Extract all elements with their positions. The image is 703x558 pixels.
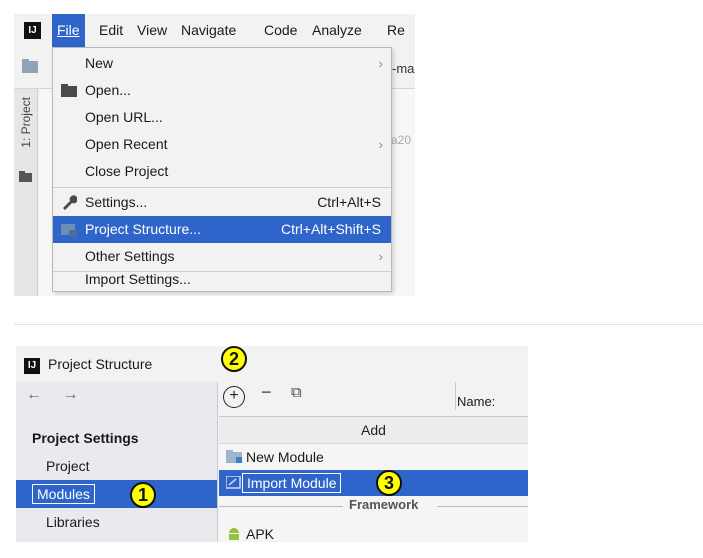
menu-item-open-url[interactable]: Open URL... bbox=[53, 104, 391, 131]
callout-marker-2: 2 bbox=[221, 346, 247, 372]
menu-code[interactable]: Code bbox=[259, 14, 302, 47]
menu-item-label: New bbox=[85, 55, 114, 71]
nav-arrows-icon[interactable]: ← → bbox=[26, 386, 86, 404]
sidebar-item-label: Libraries bbox=[46, 514, 100, 530]
callout-marker-1: 1 bbox=[130, 482, 156, 508]
intellij-logo-icon: IJ bbox=[24, 22, 41, 39]
group-line bbox=[437, 506, 528, 507]
popup-item-label-wrap: Import Module bbox=[241, 470, 342, 496]
menu-navigate[interactable]: Navigate bbox=[176, 14, 241, 47]
column-separator bbox=[455, 382, 456, 410]
editor-text-fragment: a20 bbox=[391, 133, 412, 147]
menu-refactor[interactable]: Re bbox=[382, 14, 410, 47]
add-popup: Add New Module Import Module Framework A… bbox=[219, 416, 528, 542]
breadcrumb-fragment: -ma bbox=[392, 61, 415, 76]
add-button[interactable]: + bbox=[223, 386, 245, 408]
menu-item-settings[interactable]: Settings... Ctrl+Alt+S bbox=[53, 189, 391, 216]
menu-view-label: View bbox=[137, 22, 168, 38]
menu-refactor-label: Re bbox=[387, 22, 405, 38]
wrench-icon bbox=[63, 195, 77, 210]
menu-file-label: File bbox=[57, 22, 80, 38]
popup-item-label: New Module bbox=[246, 449, 324, 465]
name-column-label: Name: bbox=[457, 394, 496, 409]
menu-analyze[interactable]: Analyze bbox=[307, 14, 367, 47]
popup-item-label: APK bbox=[246, 526, 275, 542]
framework-group-label: Framework bbox=[349, 497, 419, 512]
sidebar-item-libraries[interactable]: Libraries bbox=[16, 508, 217, 536]
menu-separator bbox=[53, 187, 391, 188]
submenu-arrow-icon: › bbox=[378, 56, 383, 71]
menu-edit[interactable]: Edit bbox=[94, 14, 128, 47]
popup-item-import-module[interactable]: Import Module bbox=[219, 470, 528, 496]
sidebar-item-modules[interactable]: Modules bbox=[16, 480, 217, 508]
menu-item-label: Project Structure... bbox=[85, 221, 201, 237]
project-settings-heading: Project Settings bbox=[32, 430, 139, 446]
menu-analyze-label: Analyze bbox=[312, 22, 362, 38]
ide-window: IJ File Edit View Navigate Code Analyze … bbox=[14, 14, 415, 296]
add-popup-title: Add bbox=[219, 417, 528, 444]
copy-icon[interactable]: ⧉ bbox=[291, 384, 302, 401]
import-module-icon bbox=[226, 476, 241, 489]
menu-item-shortcut: Ctrl+Alt+S bbox=[317, 194, 381, 210]
dialog-title: Project Structure bbox=[48, 356, 153, 372]
sidebar-item-label: Modules bbox=[32, 484, 95, 504]
popup-item-new-module[interactable]: New Module bbox=[219, 444, 528, 470]
menu-item-import-settings[interactable]: Import Settings... bbox=[53, 266, 391, 293]
menu-item-label: Close Project bbox=[85, 163, 169, 179]
settings-sidebar: ← → Project Settings Project Modules Lib… bbox=[16, 382, 218, 542]
menu-item-close-project[interactable]: Close Project bbox=[53, 158, 391, 185]
framework-group-separator: Framework bbox=[219, 497, 528, 517]
menu-item-new[interactable]: New › bbox=[53, 50, 391, 77]
menu-item-open-recent[interactable]: Open Recent › bbox=[53, 131, 391, 158]
project-structure-dialog: IJ Project Structure ← → Project Setting… bbox=[16, 346, 528, 542]
project-tool-strip: 1: Project bbox=[14, 89, 38, 296]
module-folder-icon bbox=[226, 450, 242, 463]
menu-file[interactable]: File bbox=[52, 14, 85, 47]
submenu-arrow-icon: › bbox=[378, 137, 383, 152]
file-menu-dropdown: New › Open... Open URL... Open Recent › … bbox=[52, 47, 392, 292]
menu-code-label: Code bbox=[264, 22, 298, 38]
popup-item-label: Import Module bbox=[241, 473, 342, 493]
android-icon bbox=[229, 528, 239, 540]
menu-item-label: Open... bbox=[85, 82, 131, 98]
sidebar-item-project[interactable]: Project bbox=[16, 452, 217, 480]
folder-icon bbox=[19, 171, 32, 182]
menu-item-project-structure[interactable]: Project Structure... Ctrl+Alt+Shift+S bbox=[53, 216, 391, 243]
menu-item-label: Open Recent bbox=[85, 136, 168, 152]
menu-item-label: Settings... bbox=[85, 194, 148, 210]
menu-view[interactable]: View bbox=[132, 14, 172, 47]
folder-icon[interactable] bbox=[22, 59, 38, 73]
menu-item-label: Import Settings... bbox=[85, 271, 191, 287]
menu-item-shortcut: Ctrl+Alt+Shift+S bbox=[281, 221, 381, 237]
menu-bar: IJ File Edit View Navigate Code Analyze … bbox=[14, 14, 415, 47]
project-structure-icon bbox=[61, 224, 77, 237]
folder-icon bbox=[61, 84, 77, 97]
remove-button[interactable]: − bbox=[261, 382, 272, 403]
sidebar-item-label: Project bbox=[46, 458, 90, 474]
project-tool-tab[interactable]: 1: Project bbox=[19, 97, 33, 148]
menu-navigate-label: Navigate bbox=[181, 22, 237, 38]
menu-item-open[interactable]: Open... bbox=[53, 77, 391, 104]
dialog-title-bar: IJ Project Structure bbox=[16, 346, 528, 382]
section-divider bbox=[14, 324, 703, 325]
callout-marker-3: 3 bbox=[376, 470, 402, 496]
intellij-logo-icon: IJ bbox=[24, 358, 40, 374]
menu-edit-label: Edit bbox=[99, 22, 124, 38]
group-line bbox=[219, 506, 343, 507]
popup-item-apk[interactable]: APK bbox=[219, 521, 528, 542]
menu-item-label: Open URL... bbox=[85, 109, 163, 125]
sidebar-item-label-wrap: Modules bbox=[32, 480, 95, 508]
